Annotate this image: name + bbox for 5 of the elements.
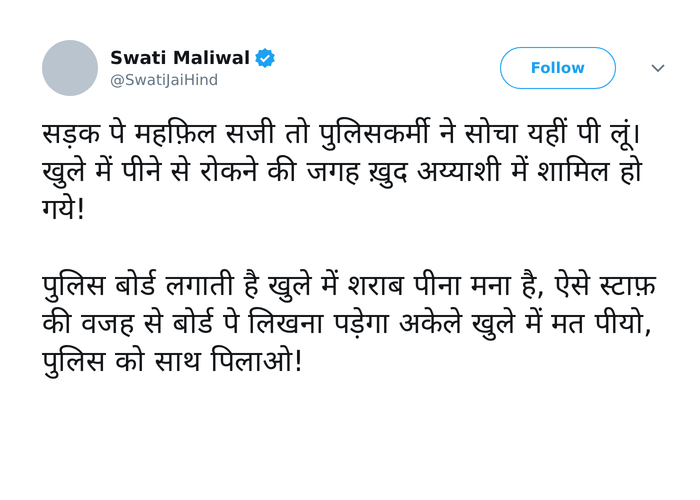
tweet-paragraph: सड़क पे महफ़िल सजी तो पुलिसकर्मी ने सोचा यहीं पी लूं। खुले में पीने से रोकने की जगह ख़ुद अय्याशी में शामिल हो गये! (42, 115, 644, 228)
author-name[interactable]: Swati Maliwal (110, 48, 250, 68)
author-handle[interactable]: @SwatiJaiHind (110, 70, 488, 88)
tweet-paragraph: पुलिस बोर्ड लगाती है खुले में शराब पीना मना है, ऐसे स्टाफ़ की वजह से बोर्ड पे लिखना पड़ेगा अकेले खुले में मत पीयो, पुलिस को साथ पिलाओ! (42, 267, 658, 380)
follow-button[interactable]: Follow (500, 47, 616, 89)
